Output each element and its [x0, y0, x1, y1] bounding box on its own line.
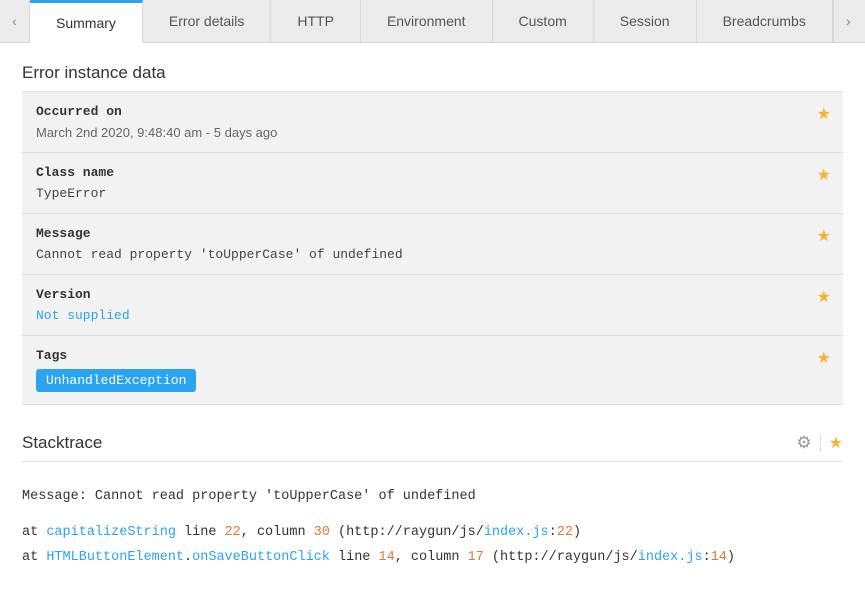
tags-box: Tags UnhandledException ★: [22, 336, 843, 405]
divider: [820, 434, 821, 452]
tab-label: Custom: [519, 13, 567, 29]
tab-breadcrumbs[interactable]: Breadcrumbs: [697, 0, 833, 42]
frame-fileline: 22: [557, 525, 573, 540]
stacktrace-frame: at HTMLButtonElement.onSaveButtonClick l…: [22, 545, 843, 571]
content-area: Error instance data Occurred on March 2n…: [0, 43, 865, 591]
class-value: TypeError: [36, 186, 829, 201]
star-icon[interactable]: ★: [817, 104, 831, 124]
tab-session[interactable]: Session: [594, 0, 697, 42]
tag-pill[interactable]: UnhandledException: [36, 369, 196, 392]
stacktrace-title: Stacktrace: [22, 433, 102, 453]
frame-class: HTMLButtonElement: [46, 550, 184, 565]
frame-text: ): [727, 550, 735, 565]
frame-method: capitalizeString: [46, 525, 176, 540]
tab-scroll-left[interactable]: ‹: [0, 0, 30, 42]
star-icon[interactable]: ★: [817, 287, 831, 307]
frame-file: index.js: [484, 525, 549, 540]
tab-label: Breadcrumbs: [723, 13, 806, 29]
version-value[interactable]: Not supplied: [36, 308, 829, 323]
tab-label: Session: [620, 13, 670, 29]
message-value: Cannot read property 'toUpperCase' of un…: [36, 247, 829, 262]
occurred-label: Occurred on: [36, 104, 829, 119]
frame-method: onSaveButtonClick: [192, 550, 330, 565]
frame-path: http://raygun/js/: [346, 525, 484, 540]
tab-error-details[interactable]: Error details: [143, 0, 271, 42]
stacktrace-actions: ⚙ ★: [796, 433, 843, 453]
class-label: Class name: [36, 165, 829, 180]
frame-at: at: [22, 550, 46, 565]
tab-label: HTTP: [297, 13, 334, 29]
stacktrace-message-text: Cannot read property 'toUpperCase' of un…: [95, 489, 476, 504]
frame-text: :: [549, 525, 557, 540]
chevron-right-icon: ›: [846, 13, 851, 29]
star-icon[interactable]: ★: [817, 348, 831, 368]
version-box: Version Not supplied ★: [22, 275, 843, 336]
message-label: Message: [36, 226, 829, 241]
occurred-on-box: Occurred on March 2nd 2020, 9:48:40 am -…: [22, 92, 843, 153]
instance-header: Error instance data: [22, 63, 843, 92]
frame-text: (: [330, 525, 346, 540]
frame-text: ): [573, 525, 581, 540]
tab-http[interactable]: HTTP: [271, 0, 361, 42]
version-label: Version: [36, 287, 829, 302]
stacktrace-body: Message: Cannot read property 'toUpperCa…: [22, 484, 843, 571]
frame-col: 17: [468, 550, 484, 565]
gear-icon[interactable]: ⚙: [796, 433, 811, 453]
occurred-value: March 2nd 2020, 9:48:40 am - 5 days ago: [36, 125, 829, 140]
star-icon[interactable]: ★: [829, 433, 843, 453]
stacktrace-message: Message: Cannot read property 'toUpperCa…: [22, 484, 843, 510]
frame-text: (: [484, 550, 500, 565]
stacktrace-header: Stacktrace ⚙ ★: [22, 433, 843, 462]
stacktrace-message-prefix: Message:: [22, 489, 95, 504]
class-name-box: Class name TypeError ★: [22, 153, 843, 214]
tab-custom[interactable]: Custom: [493, 0, 594, 42]
frame-text: , column: [395, 550, 468, 565]
star-icon[interactable]: ★: [817, 165, 831, 185]
stacktrace-section: Stacktrace ⚙ ★ Message: Cannot read prop…: [22, 433, 843, 571]
frame-text: :: [703, 550, 711, 565]
tab-label: Environment: [387, 13, 466, 29]
frame-text: line: [176, 525, 225, 540]
tab-label: Summary: [56, 15, 116, 31]
frame-text: line: [330, 550, 379, 565]
frame-text: , column: [241, 525, 314, 540]
frame-at: at: [22, 525, 46, 540]
stacktrace-frame: at capitalizeString line 22, column 30 (…: [22, 520, 843, 546]
frame-text: .: [184, 550, 192, 565]
tabs-bar: ‹ Summary Error details HTTP Environment…: [0, 0, 865, 43]
tags-label: Tags: [36, 348, 829, 363]
frame-file: index.js: [638, 550, 703, 565]
tab-environment[interactable]: Environment: [361, 0, 493, 42]
frame-fileline: 14: [711, 550, 727, 565]
tab-summary[interactable]: Summary: [30, 0, 143, 43]
frame-line: 22: [225, 525, 241, 540]
message-box: Message Cannot read property 'toUpperCas…: [22, 214, 843, 275]
frame-line: 14: [379, 550, 395, 565]
frame-col: 30: [314, 525, 330, 540]
instance-title: Error instance data: [22, 63, 166, 83]
tab-label: Error details: [169, 13, 244, 29]
star-icon[interactable]: ★: [817, 226, 831, 246]
tab-scroll-right[interactable]: ›: [833, 0, 863, 42]
frame-path: http://raygun/js/: [500, 550, 638, 565]
chevron-left-icon: ‹: [12, 13, 17, 29]
